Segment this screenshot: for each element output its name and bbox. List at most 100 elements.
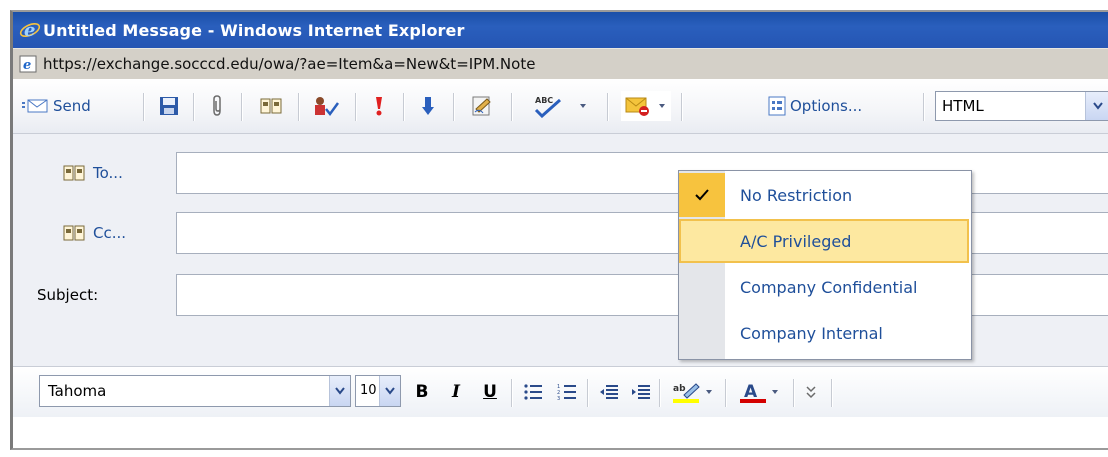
- send-icon: [22, 99, 48, 113]
- menu-item-label: Company Internal: [740, 323, 883, 343]
- separator: [193, 93, 195, 121]
- separator: [793, 379, 795, 407]
- spell-check-icon: ABC: [534, 96, 561, 118]
- chevron-down-icon: [706, 390, 712, 394]
- more-formatting-button[interactable]: [799, 379, 823, 405]
- permission-menu: No Restriction A/C Privileged Company Co…: [678, 170, 972, 360]
- italic-button[interactable]: I: [445, 379, 467, 405]
- separator: [511, 379, 513, 407]
- message-body[interactable]: [13, 417, 1108, 448]
- increase-indent-button[interactable]: [627, 379, 655, 405]
- font-size-value: 10: [360, 383, 377, 398]
- svg-text:e: e: [23, 58, 31, 73]
- format-select[interactable]: HTML: [935, 91, 1108, 121]
- ie-logo-icon: e: [19, 19, 41, 41]
- title-bar: e Untitled Message - Windows Internet Ex…: [13, 12, 1108, 48]
- address-book-icon: [260, 98, 282, 114]
- chevron-down-icon: [335, 387, 345, 395]
- to-label: To...: [93, 164, 123, 182]
- attach-button[interactable]: [205, 91, 231, 121]
- bullets-button[interactable]: [519, 379, 547, 405]
- svg-text:3: 3: [557, 396, 560, 401]
- numbered-list-icon: 123: [557, 384, 576, 401]
- low-importance-button[interactable]: [417, 91, 439, 121]
- numbering-button[interactable]: 123: [553, 379, 581, 405]
- separator: [831, 379, 833, 407]
- send-label: Send: [53, 97, 91, 115]
- font-size-dropdown-button[interactable]: [379, 376, 400, 406]
- address-book-button[interactable]: [256, 91, 286, 121]
- window-title: Untitled Message - Windows Internet Expl…: [43, 20, 465, 40]
- menu-item-ac-privileged[interactable]: A/C Privileged: [679, 219, 969, 263]
- signature-button[interactable]: [467, 91, 497, 121]
- menu-item-company-confidential[interactable]: Company Confidential: [679, 265, 969, 309]
- message-toolbar: Send ABC Options... HTML: [13, 79, 1108, 134]
- separator: [923, 93, 925, 121]
- address-bar[interactable]: e https://exchange.socccd.edu/owa/?ae=It…: [13, 48, 1108, 80]
- save-button[interactable]: [155, 91, 183, 121]
- font-color-button[interactable]: A: [731, 379, 787, 405]
- separator: [355, 93, 357, 121]
- to-button[interactable]: To...: [63, 152, 123, 194]
- check-names-button[interactable]: [309, 91, 343, 121]
- separator: [298, 93, 300, 121]
- cc-button[interactable]: Cc...: [63, 212, 126, 254]
- chevron-down-icon: [1093, 102, 1103, 110]
- font-value: Tahoma: [48, 382, 107, 400]
- options-button[interactable]: Options...: [768, 91, 862, 121]
- separator: [143, 93, 145, 121]
- separator: [607, 93, 609, 121]
- separator: [659, 379, 661, 407]
- font-select[interactable]: Tahoma: [39, 375, 351, 407]
- separator: [403, 93, 405, 121]
- browser-window: e Untitled Message - Windows Internet Ex…: [10, 10, 1108, 450]
- spell-check-button[interactable]: ABC: [525, 91, 595, 121]
- font-size-select[interactable]: 10: [355, 375, 401, 407]
- svg-text:ABC: ABC: [535, 96, 553, 105]
- outdent-icon: [600, 385, 618, 399]
- separator: [511, 93, 513, 121]
- address-url[interactable]: https://exchange.socccd.edu/owa/?ae=Item…: [43, 55, 535, 73]
- highlight-button[interactable]: ab: [665, 379, 721, 405]
- decrease-indent-button[interactable]: [595, 379, 623, 405]
- menu-item-company-internal[interactable]: Company Internal: [679, 311, 969, 355]
- underline-button[interactable]: U: [479, 379, 501, 405]
- separator: [681, 93, 683, 121]
- paperclip-icon: [213, 95, 221, 116]
- formatting-toolbar: Tahoma 10 B I U 123 ab A: [13, 366, 1108, 418]
- checkmark-icon: [679, 173, 725, 217]
- high-importance-button[interactable]: [369, 91, 389, 121]
- chevron-down-icon: [772, 390, 778, 394]
- font-color-icon: A: [740, 382, 766, 403]
- permission-button[interactable]: [621, 91, 671, 121]
- subject-label: Subject:: [37, 286, 99, 304]
- menu-item-no-restriction[interactable]: No Restriction: [679, 173, 969, 217]
- low-importance-icon: [422, 97, 434, 115]
- indent-icon: [632, 385, 650, 399]
- separator: [453, 93, 455, 121]
- menu-item-label: A/C Privileged: [740, 231, 852, 251]
- options-label: Options...: [790, 97, 863, 115]
- menu-item-label: No Restriction: [740, 185, 853, 205]
- high-importance-icon: [376, 97, 382, 116]
- page-icon: e: [19, 55, 37, 73]
- font-dropdown-button[interactable]: [329, 376, 350, 406]
- highlight-icon: ab: [673, 383, 700, 403]
- save-icon: [160, 97, 178, 115]
- signature-icon: [472, 96, 491, 116]
- menu-item-label: Company Confidential: [740, 277, 918, 297]
- svg-text:ab: ab: [673, 384, 686, 394]
- check-names-icon: [315, 97, 340, 117]
- separator: [241, 93, 243, 121]
- send-button[interactable]: Send: [21, 91, 91, 121]
- chevron-down-icon: [385, 387, 395, 395]
- svg-text:e: e: [24, 20, 35, 41]
- format-dropdown-button[interactable]: [1085, 92, 1108, 120]
- bullet-list-icon: [524, 384, 542, 400]
- address-book-icon: [63, 165, 85, 181]
- separator: [587, 379, 589, 407]
- bold-button[interactable]: B: [411, 379, 433, 405]
- format-value: HTML: [942, 97, 984, 115]
- double-chevron-down-icon: [806, 386, 816, 399]
- options-icon: [768, 96, 786, 116]
